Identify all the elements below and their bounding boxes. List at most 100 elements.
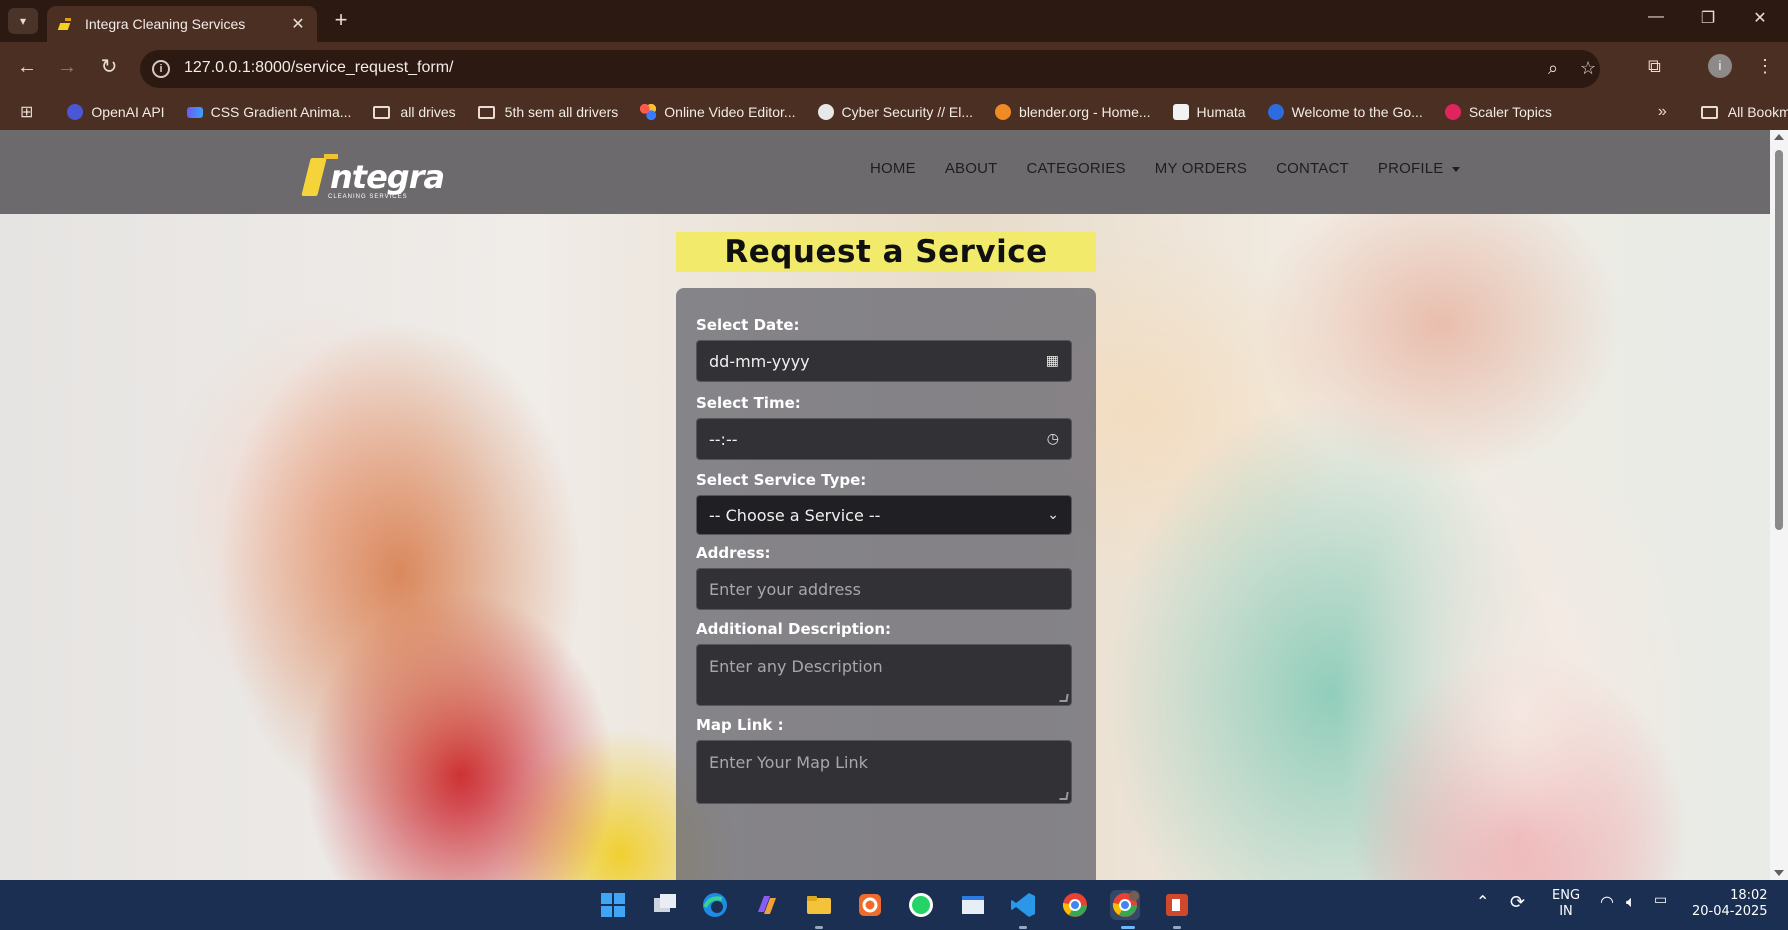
- site-header: ntegra CLEANING SERVICES HOME ABOUT CATE…: [0, 130, 1770, 214]
- bookmark-humata[interactable]: Humata: [1172, 104, 1246, 120]
- region-code: IN: [1559, 904, 1573, 919]
- active-indicator: [1121, 926, 1135, 929]
- browser-tab-strip: ▾ Integra Cleaning Services ✕ + — ❐ ✕: [0, 0, 1788, 42]
- page-title: Request a Service: [724, 234, 1048, 270]
- restore-window-button[interactable]: ❐: [1688, 8, 1728, 28]
- language-code: ENG: [1552, 888, 1581, 903]
- profile-avatar[interactable]: i: [1708, 54, 1732, 78]
- task-view-icon[interactable]: [650, 890, 680, 920]
- copilot-icon[interactable]: [752, 890, 782, 920]
- service-request-form: Select Date: dd-mm-yyyy ▦ Select Time: -…: [676, 288, 1096, 880]
- bookmark-css-gradient[interactable]: CSS Gradient Anima...: [186, 104, 351, 120]
- folder-icon: [1700, 105, 1718, 119]
- time-input[interactable]: --:-- ◷: [696, 418, 1072, 460]
- windows-taskbar: ⌃ ⟳ ENG IN ◠ 🔈︎ ▭ 18:02 20-04-2025: [0, 880, 1788, 930]
- logo-text: ntegra: [330, 158, 445, 196]
- tab-search-button[interactable]: ▾: [8, 8, 38, 34]
- address-bar[interactable]: i 127.0.0.1:8000/service_request_form/ ⌕…: [140, 50, 1600, 88]
- scroll-up-arrow-icon[interactable]: [1774, 134, 1784, 140]
- nav-profile-dropdown[interactable]: PROFILE: [1378, 160, 1460, 177]
- bookmark-welcome-go[interactable]: Welcome to the Go...: [1267, 104, 1423, 120]
- nav-my-orders[interactable]: MY ORDERS: [1155, 160, 1247, 177]
- clock-icon[interactable]: ◷: [1047, 431, 1059, 447]
- bookmark-cyber-security[interactable]: Cyber Security // El...: [817, 104, 973, 120]
- bookmark-blender[interactable]: blender.org - Home...: [995, 104, 1151, 120]
- more-menu-icon[interactable]: ⋮: [1756, 56, 1774, 77]
- all-bookmarks[interactable]: All Bookmarks: [1700, 104, 1788, 120]
- map-link-placeholder: Enter Your Map Link: [709, 753, 868, 772]
- description-textarea[interactable]: Enter any Description: [696, 644, 1072, 706]
- active-tab[interactable]: Integra Cleaning Services ✕: [47, 6, 317, 42]
- more-bookmarks-icon[interactable]: »: [1658, 103, 1667, 121]
- wifi-icon[interactable]: ◠: [1600, 892, 1614, 911]
- bookmark-5th-sem[interactable]: 5th sem all drivers: [477, 104, 618, 120]
- nav-contact[interactable]: CONTACT: [1276, 160, 1349, 177]
- scroll-thumb[interactable]: [1775, 150, 1783, 530]
- powerpoint-icon[interactable]: [1162, 890, 1192, 920]
- scroll-down-arrow-icon[interactable]: [1774, 870, 1784, 876]
- app-orange-icon[interactable]: [855, 890, 885, 920]
- file-explorer-icon[interactable]: [804, 890, 834, 920]
- service-type-select[interactable]: -- Choose a Service -- ⌄: [696, 495, 1072, 535]
- map-link-label: Map Link :: [696, 716, 784, 734]
- nav-home[interactable]: HOME: [870, 160, 916, 177]
- form-title-box: Request a Service: [676, 232, 1096, 272]
- main-nav: HOME ABOUT CATEGORIES MY ORDERS CONTACT …: [870, 160, 1489, 177]
- nav-categories[interactable]: CATEGORIES: [1027, 160, 1126, 177]
- reload-button[interactable]: ↻: [96, 56, 122, 78]
- whatsapp-icon[interactable]: [906, 890, 936, 920]
- cyber-icon: [817, 104, 834, 120]
- openai-icon: [67, 104, 84, 120]
- scaler-icon: [1444, 104, 1461, 120]
- back-button[interactable]: ←: [14, 56, 40, 78]
- bookmark-star-icon[interactable]: ☆: [1580, 58, 1596, 79]
- page-scrollbar[interactable]: [1770, 130, 1788, 880]
- humata-icon: [1172, 104, 1189, 120]
- url-text[interactable]: 127.0.0.1:8000/service_request_form/: [184, 59, 454, 77]
- vscode-icon[interactable]: [1008, 890, 1038, 920]
- minimize-window-button[interactable]: —: [1636, 8, 1676, 26]
- language-indicator[interactable]: ENG IN: [1552, 888, 1580, 920]
- battery-icon[interactable]: ▭: [1654, 892, 1667, 908]
- nav-about[interactable]: ABOUT: [945, 160, 998, 177]
- gradient-icon: [186, 106, 203, 118]
- sync-icon[interactable]: ⟳: [1510, 892, 1525, 913]
- bookmark-scaler[interactable]: Scaler Topics: [1444, 104, 1552, 120]
- integra-logo[interactable]: ntegra CLEANING SERVICES: [301, 152, 445, 202]
- date-input[interactable]: dd-mm-yyyy ▦: [696, 340, 1072, 382]
- address-input[interactable]: Enter your address: [696, 568, 1072, 610]
- map-link-textarea[interactable]: Enter Your Map Link: [696, 740, 1072, 804]
- start-windows-icon[interactable]: [598, 890, 628, 920]
- forward-button[interactable]: →: [54, 56, 80, 78]
- bookmarks-bar: ⊞ OpenAI API CSS Gradient Anima... all d…: [0, 94, 1788, 130]
- resize-grip-icon[interactable]: [1059, 694, 1069, 702]
- date-label: Select Date:: [696, 316, 800, 334]
- chrome-profile-icon[interactable]: [1110, 890, 1140, 920]
- chevron-down-icon: ⌄: [1047, 507, 1059, 523]
- resize-grip-icon[interactable]: [1059, 792, 1069, 800]
- date-input-value: dd-mm-yyyy: [709, 351, 810, 371]
- description-label: Additional Description:: [696, 620, 892, 638]
- apps-grid-icon[interactable]: ⊞: [20, 102, 33, 122]
- bookmark-video-editor[interactable]: Online Video Editor...: [640, 104, 796, 120]
- site-info-icon[interactable]: i: [152, 60, 170, 78]
- show-hidden-icons-icon[interactable]: ⌃: [1476, 892, 1489, 911]
- bookmark-all-drives[interactable]: all drives: [373, 104, 456, 120]
- close-window-button[interactable]: ✕: [1740, 8, 1780, 28]
- new-tab-button[interactable]: +: [328, 8, 354, 34]
- notepad-app-icon[interactable]: [958, 890, 988, 920]
- running-indicator: [815, 926, 823, 929]
- video-editor-icon: [640, 104, 657, 120]
- edge-browser-icon[interactable]: [700, 890, 730, 920]
- calendar-icon[interactable]: ▦: [1046, 353, 1059, 369]
- web-page: ntegra CLEANING SERVICES HOME ABOUT CATE…: [0, 130, 1770, 880]
- logo-subtext: CLEANING SERVICES: [328, 194, 408, 200]
- volume-icon[interactable]: 🔈︎: [1626, 892, 1636, 912]
- zoom-search-icon[interactable]: ⌕: [1548, 58, 1558, 79]
- extensions-icon[interactable]: ⧉: [1648, 56, 1661, 77]
- bookmark-openai[interactable]: OpenAI API: [67, 104, 165, 120]
- chrome-icon[interactable]: [1060, 890, 1090, 920]
- clock[interactable]: 18:02 20-04-2025: [1692, 888, 1768, 920]
- close-tab-icon[interactable]: ✕: [289, 14, 307, 34]
- integra-favicon-icon: [57, 16, 73, 32]
